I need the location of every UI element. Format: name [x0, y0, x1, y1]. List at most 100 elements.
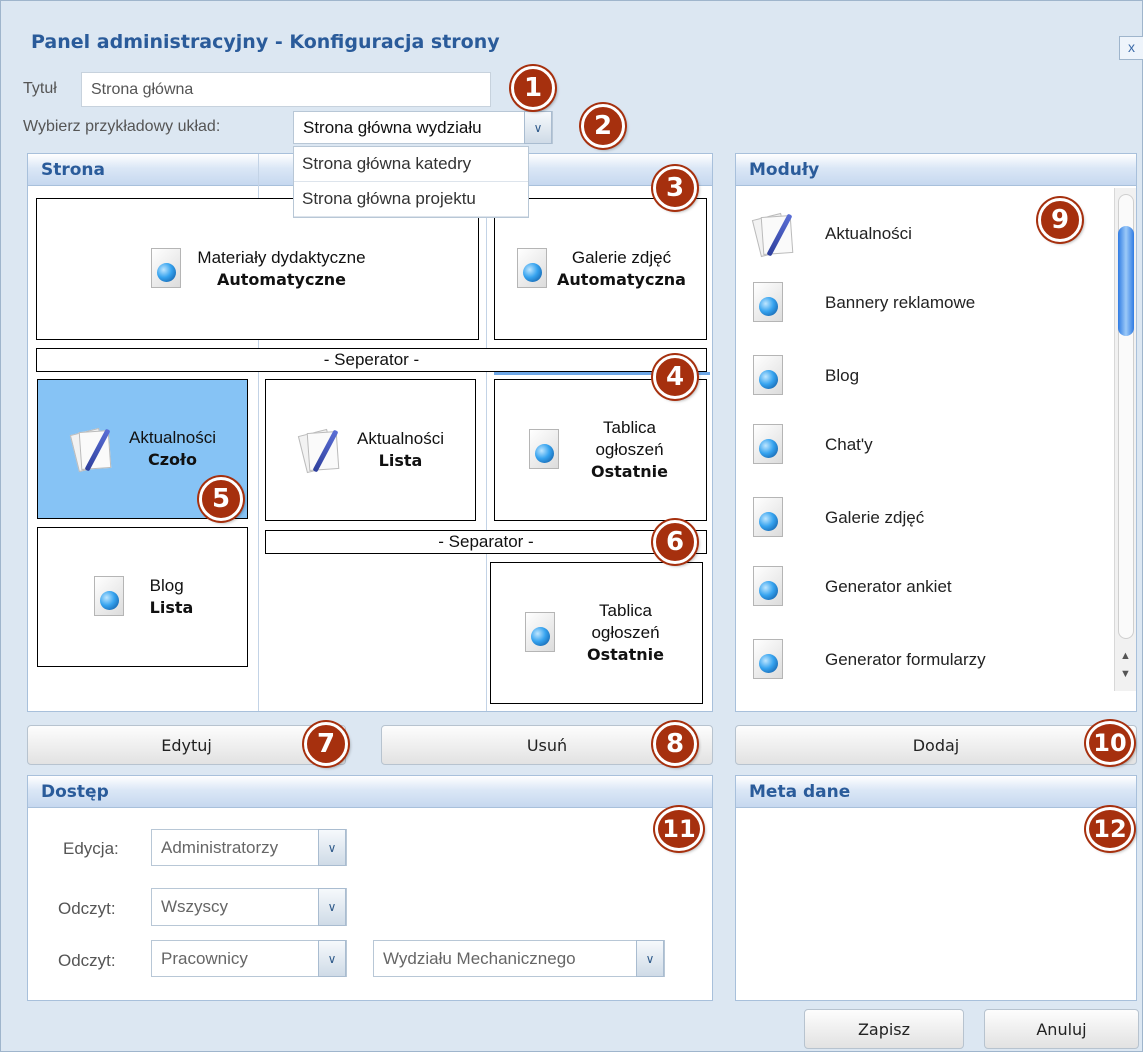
module-item[interactable]: Blog [751, 351, 1111, 401]
scroll-down-icon[interactable]: ▼ [1120, 668, 1131, 680]
chevron-down-icon[interactable]: ∨ [318, 940, 346, 977]
edit-access-label: Edycja: [63, 839, 119, 858]
chevron-down-icon[interactable]: ∨ [524, 111, 552, 144]
layout-box-blog[interactable]: Blog Lista [37, 527, 248, 667]
edit-access-value: Administratorzy [161, 837, 279, 857]
dialog-title: Panel administracyjny - Konfiguracja str… [31, 31, 500, 53]
callout-marker: 2 [581, 104, 625, 148]
column-divider [486, 154, 487, 711]
box-title: Tablica ogłoszeń [591, 601, 660, 642]
news-pen-icon [69, 425, 117, 473]
edit-button[interactable]: Edytuj [27, 725, 346, 765]
module-name: Generator formularzy [825, 650, 986, 669]
modules-scrollbar[interactable]: ▲ ▼ [1114, 188, 1136, 691]
box-mode: Automatyczna [557, 270, 686, 289]
layout-select[interactable]: Strona główna wydziału ∨ [293, 111, 553, 144]
callout-marker: 3 [653, 166, 697, 210]
box-title: Galerie zdjęć [571, 248, 672, 267]
document-globe-icon [751, 422, 787, 468]
save-button[interactable]: Zapisz [804, 1009, 964, 1049]
layout-box-news-list[interactable]: Aktualności Lista [265, 379, 476, 521]
separator-row[interactable]: - Seperator - [36, 348, 707, 372]
title-label: Tytuł [23, 80, 57, 97]
modules-panel-heading: Moduły [736, 154, 1136, 186]
layout-box-board-2[interactable]: Tablica ogłoszeń Ostatnie [490, 562, 703, 704]
read-access-value: Wszyscy [161, 897, 229, 916]
read-access-label: Odczyt: [58, 899, 116, 918]
box-title: Aktualności [357, 429, 444, 448]
read-scope-select[interactable]: Wydziału Mechanicznego ∨ [373, 940, 665, 977]
callout-marker: 12 [1086, 807, 1134, 851]
chevron-down-icon[interactable]: ∨ [636, 940, 664, 977]
module-name: Chat'y [825, 435, 873, 454]
page-panel: Strona Materiały dydaktyczne Automatyczne… [27, 153, 713, 712]
layout-label: Wybierz przykładowy układ: [23, 118, 221, 135]
layout-box-board-1[interactable]: Tablica ogłoszeń Ostatnie [494, 379, 707, 521]
module-item[interactable]: Galerie zdjęć [751, 493, 1111, 543]
meta-panel: Meta dane [735, 775, 1137, 1001]
callout-marker: 10 [1086, 721, 1134, 765]
cancel-button[interactable]: Anuluj [984, 1009, 1139, 1049]
callout-marker: 6 [653, 520, 697, 564]
module-item[interactable]: Generator ankiet [751, 562, 1111, 612]
callout-marker: 5 [199, 477, 243, 521]
read-access-label: Odczyt: [58, 951, 116, 970]
document-globe-icon [751, 280, 787, 326]
layout-dropdown: Strona główna katedry Strona główna proj… [293, 146, 529, 218]
box-mode: Czoło [148, 450, 197, 469]
document-globe-icon [751, 564, 787, 610]
separator-row[interactable]: - Separator - [265, 530, 707, 554]
box-title: Aktualności [129, 428, 216, 447]
meta-panel-heading: Meta dane [736, 776, 1136, 808]
module-item[interactable]: Generator formularzy [751, 635, 1111, 685]
chevron-down-icon[interactable]: ∨ [318, 888, 346, 926]
module-item[interactable]: Bannery reklamowe [751, 278, 1111, 328]
document-globe-icon [92, 574, 128, 620]
callout-marker: 7 [304, 722, 348, 766]
title-input[interactable] [81, 72, 491, 107]
module-name: Galerie zdjęć [825, 508, 925, 527]
callout-marker: 9 [1038, 198, 1082, 242]
callout-marker: 11 [655, 807, 703, 851]
document-globe-icon [523, 610, 559, 656]
modules-panel: Moduły Aktualności Bannery reklamowe Blo… [735, 153, 1137, 712]
box-title: Tablica ogłoszeń [595, 418, 664, 459]
module-name: Bannery reklamowe [825, 293, 976, 312]
document-globe-icon [515, 246, 551, 292]
callout-marker: 4 [653, 355, 697, 399]
box-title: Materiały dydaktyczne [197, 248, 366, 267]
close-icon[interactable]: x [1119, 36, 1143, 60]
box-mode: Ostatnie [591, 462, 668, 481]
module-name: Generator ankiet [825, 577, 952, 596]
news-pen-icon [297, 426, 345, 474]
document-globe-icon [751, 637, 787, 683]
document-globe-icon [527, 427, 563, 473]
read-access-select[interactable]: Wszyscy ∨ [151, 888, 347, 926]
module-name: Blog [825, 366, 860, 385]
layout-option[interactable]: Strona główna katedry [294, 147, 528, 182]
box-mode: Lista [149, 598, 194, 617]
layout-box-gallery[interactable]: Galerie zdjęć Automatyczna [494, 198, 707, 340]
layout-option[interactable]: Strona główna projektu [294, 182, 528, 217]
callout-marker: 1 [511, 66, 555, 110]
read-group-value: Pracownicy [161, 948, 248, 968]
module-item[interactable]: Chat'y [751, 420, 1111, 470]
edit-access-select[interactable]: Administratorzy ∨ [151, 829, 347, 866]
access-panel-heading: Dostęp [28, 776, 712, 808]
scroll-up-icon[interactable]: ▲ [1120, 650, 1131, 662]
module-name: Aktualności [825, 224, 912, 243]
box-mode: Lista [378, 451, 423, 470]
read-group-select[interactable]: Pracownicy ∨ [151, 940, 347, 977]
add-button[interactable]: Dodaj [735, 725, 1137, 765]
box-mode: Ostatnie [587, 645, 664, 664]
box-title: Blog [149, 576, 184, 595]
layout-selected-value: Strona główna wydziału [303, 117, 482, 137]
chevron-down-icon[interactable]: ∨ [318, 829, 346, 866]
box-mode: Automatyczne [217, 270, 346, 289]
document-globe-icon [751, 495, 787, 541]
news-pen-icon [751, 210, 799, 258]
layout-box-materials[interactable]: Materiały dydaktyczne Automatyczne [36, 198, 479, 340]
document-globe-icon [751, 353, 787, 399]
scroll-thumb[interactable] [1118, 226, 1134, 336]
read-scope-value: Wydziału Mechanicznego [383, 948, 576, 968]
